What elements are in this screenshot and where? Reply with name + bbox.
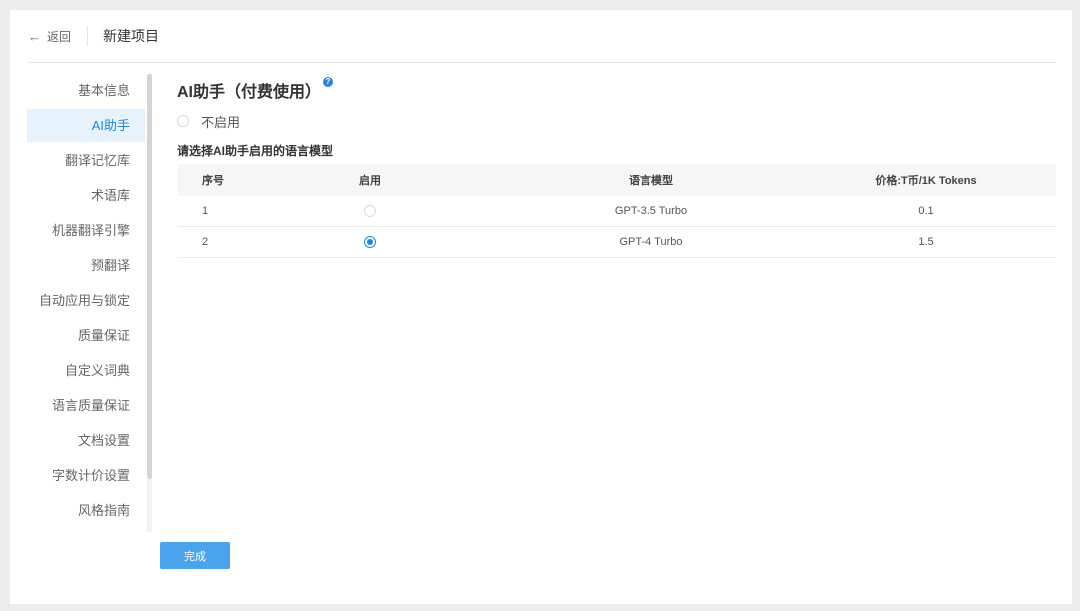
page-title: 新建项目 <box>103 28 159 44</box>
sidebar-item-translation-memory[interactable]: 翻译记忆库 <box>27 144 145 177</box>
question-icon[interactable]: ? <box>323 77 333 87</box>
column-header-index: 序号 <box>202 175 224 187</box>
sidebar-item-ai-assistant[interactable]: AI助手 <box>27 109 145 142</box>
column-header-enable: 启用 <box>359 175 381 187</box>
row-enable-cell <box>354 196 386 226</box>
column-header-price: 价格:T币/1K Tokens <box>875 175 977 187</box>
disable-ai-option[interactable]: 不启用 <box>177 112 240 130</box>
row-price: 0.1 <box>918 205 934 217</box>
section-title: AI助手（付费使用） <box>177 84 322 101</box>
table-row: 2 GPT-4 Turbo 1.5 <box>178 227 1056 258</box>
sidebar-nav: 基本信息 AI助手 翻译记忆库 术语库 机器翻译引擎 预翻译 自动应用与锁定 质… <box>27 74 145 532</box>
sidebar-item-termbase[interactable]: 术语库 <box>27 179 145 212</box>
disable-radio[interactable] <box>177 115 189 127</box>
sidebar-item-lqa[interactable]: 语言质量保证 <box>27 389 145 422</box>
header-divider <box>87 26 88 46</box>
sidebar-item-auto-apply-lock[interactable]: 自动应用与锁定 <box>27 284 145 317</box>
row-enable-cell <box>354 227 386 257</box>
sidebar-item-basic-info[interactable]: 基本信息 <box>27 74 145 107</box>
back-label: 返回 <box>47 29 72 44</box>
sidebar-item-qa[interactable]: 质量保证 <box>27 319 145 352</box>
column-header-model: 语言模型 <box>629 175 673 187</box>
sidebar-item-style-guide[interactable]: 风格指南 <box>27 494 145 527</box>
header-divider-line <box>28 62 1056 63</box>
table-header: 序号 启用 语言模型 价格:T币/1K Tokens <box>178 164 1056 196</box>
project-panel: ← 返回 新建项目 基本信息 AI助手 翻译记忆库 术语库 机器翻译引擎 预翻译… <box>10 10 1072 604</box>
table-row: 1 GPT-3.5 Turbo 0.1 <box>178 196 1056 227</box>
sidebar-item-document-settings[interactable]: 文档设置 <box>27 424 145 457</box>
row-model: GPT-4 Turbo <box>619 236 683 248</box>
header: ← 返回 新建项目 <box>10 10 1072 62</box>
sidebar-item-custom-dictionary[interactable]: 自定义词典 <box>27 354 145 387</box>
model-section-label: 请选择AI助手启用的语言模型 <box>177 144 334 158</box>
row-index: 1 <box>202 205 209 217</box>
done-button[interactable]: 完成 <box>160 542 230 569</box>
sidebar-item-pre-translation[interactable]: 预翻译 <box>27 249 145 282</box>
sidebar-scrollbar-thumb[interactable] <box>147 74 152 479</box>
row-model: GPT-3.5 Turbo <box>614 205 688 217</box>
row-index: 2 <box>202 236 209 248</box>
model-radio-gpt4[interactable] <box>364 236 376 248</box>
row-price: 1.5 <box>918 236 934 248</box>
sidebar-item-word-count-pricing[interactable]: 字数计价设置 <box>27 459 145 492</box>
back-button[interactable]: ← 返回 <box>28 27 71 45</box>
model-radio-gpt35[interactable] <box>364 205 376 217</box>
sidebar-item-mt-engine[interactable]: 机器翻译引擎 <box>27 214 145 247</box>
disable-option-label: 不启用 <box>201 114 241 130</box>
arrow-left-icon: ← <box>28 28 41 44</box>
model-table: 序号 启用 语言模型 价格:T币/1K Tokens 1 GPT-3.5 Tur… <box>178 164 1056 258</box>
